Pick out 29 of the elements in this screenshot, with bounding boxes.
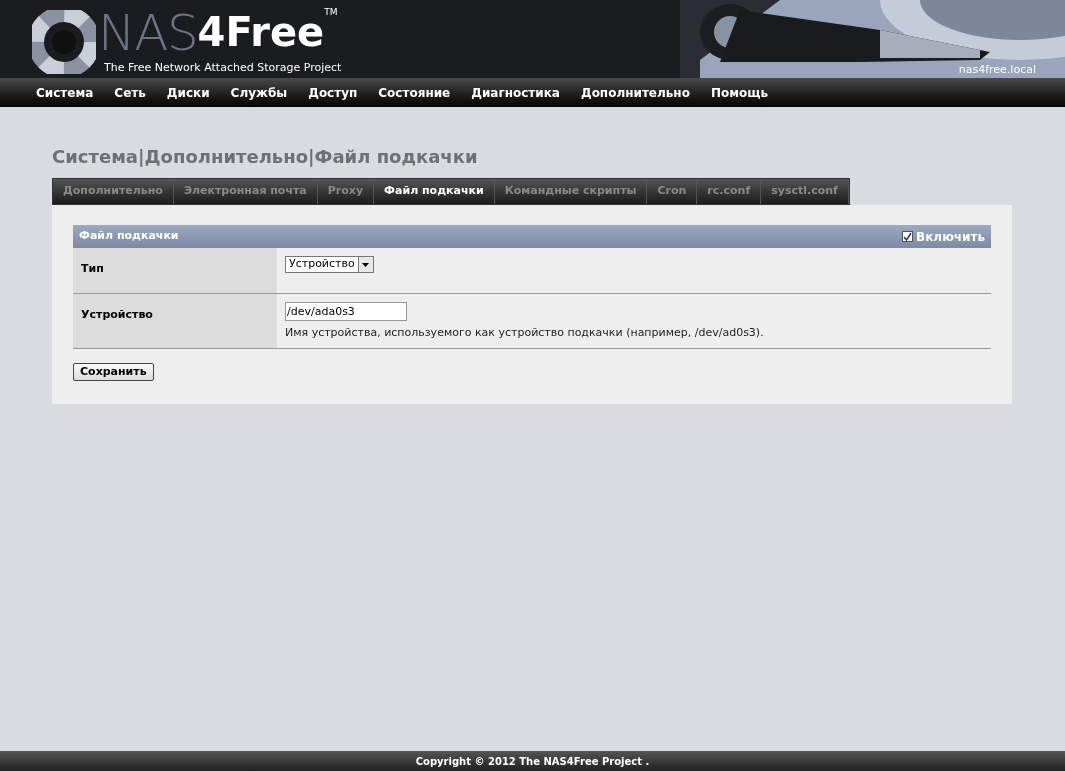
enable-checkbox[interactable] — [902, 231, 914, 242]
logo-text: 4Free — [197, 12, 325, 52]
nav-link[interactable]: Помощь — [710, 83, 769, 102]
nav-link[interactable]: Состояние — [378, 83, 451, 102]
hostname-text: nas4free.local — [958, 62, 1036, 78]
enable-label: Включить — [916, 228, 985, 246]
logo-ring-icon — [32, 10, 96, 75]
nav-link[interactable]: Службы — [230, 83, 288, 102]
trademark-text: TM — [324, 8, 338, 17]
caret-icon — [362, 262, 370, 267]
page-title: Система|Дополнительно|Файл подкачки — [52, 145, 479, 169]
device-input-field[interactable]: /dev/ada0s3 — [285, 302, 407, 321]
nav-link[interactable]: Система — [36, 83, 94, 102]
row-label: Тип — [81, 262, 104, 275]
nav-link[interactable]: Дополнительно — [580, 83, 690, 102]
tagline-text: The Free Network Attached Storage Project — [104, 60, 342, 76]
tab[interactable]: Файл подкачки — [374, 179, 495, 204]
nav-link[interactable]: Диски — [166, 83, 210, 102]
row-label: Устройство — [81, 308, 153, 321]
nav-link[interactable]: Диагностика — [471, 83, 560, 102]
save-button[interactable]: Сохранить — [73, 362, 154, 381]
logo-text: NAS — [98, 8, 198, 58]
hint-text: Имя устройства, используемого как устройство подкачки (например, /dev/ad0s3). — [285, 325, 765, 341]
nav-link[interactable]: Сеть — [114, 83, 146, 102]
section-title: Файл подкачки — [79, 228, 179, 245]
nav-link[interactable]: Доступ — [308, 83, 358, 102]
copyright-text: Copyright © 2012 The NAS4Free Project . — [415, 754, 650, 769]
check-icon — [903, 232, 913, 241]
type-select[interactable]: Устройство — [285, 256, 374, 273]
